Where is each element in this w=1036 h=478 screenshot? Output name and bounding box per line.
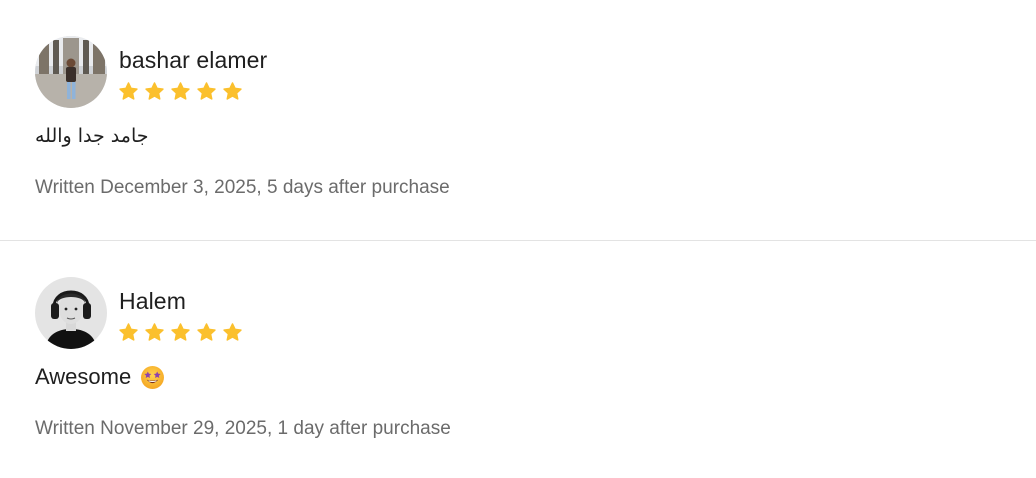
review-meta: Written December 3, 2025, 5 days after p… [35, 177, 450, 198]
review-text: Awesome [35, 364, 132, 389]
star-icon [171, 323, 190, 341]
star-icon [145, 323, 164, 341]
review-meta: Written November 29, 2025, 1 day after p… [35, 418, 451, 439]
star-icon [119, 323, 138, 341]
reviewer-name: bashar elamer [119, 47, 268, 73]
star-icon [223, 323, 242, 341]
review-text: جامد جدا والله [35, 125, 149, 147]
reviewer-name: Halem [119, 288, 186, 314]
star-icon [145, 82, 164, 100]
star-icon [119, 82, 138, 100]
star-icon [223, 82, 242, 100]
star-rating [118, 322, 243, 343]
star-icon [171, 82, 190, 100]
avatar [35, 36, 107, 108]
review-text-row: Awesome [35, 363, 165, 391]
avatar [35, 277, 107, 349]
star-icon [197, 323, 216, 341]
avatar-photo-icon [35, 277, 107, 349]
star-rating [118, 81, 243, 102]
review-card: bashar elamer جامد جدا والله Written Dec… [0, 0, 1036, 240]
avatar-photo-icon [35, 36, 107, 108]
review-card: Halem Awesome Written November 29, 2025,… [0, 241, 1036, 478]
star-struck-emoji-icon [141, 365, 165, 389]
star-icon [197, 82, 216, 100]
